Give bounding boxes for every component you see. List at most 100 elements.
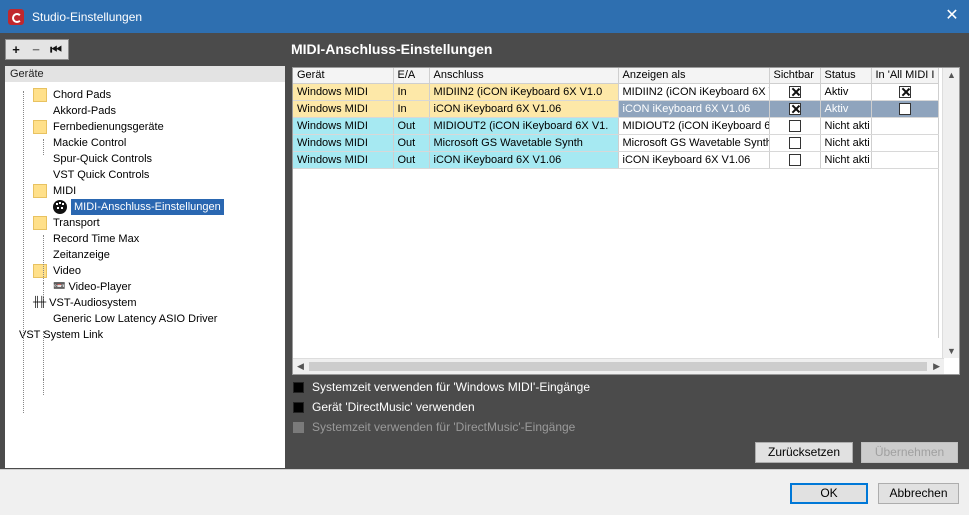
checkbox[interactable] — [788, 85, 801, 98]
add-device-button[interactable]: + — [6, 42, 26, 57]
cell-direction[interactable]: Out — [393, 151, 430, 169]
empty-cell — [820, 253, 871, 270]
cell-device[interactable]: Windows MIDI — [293, 151, 394, 169]
cell-all-midi[interactable] — [871, 151, 939, 169]
tree-item-label: MIDI — [53, 185, 77, 197]
cell-device[interactable]: Windows MIDI — [293, 117, 394, 135]
tree-item[interactable]: Zeitanzeige — [53, 247, 110, 263]
tree-item[interactable]: ╫╫ VST-Audiosystem — [33, 295, 137, 311]
checkbox[interactable] — [788, 119, 801, 132]
tree-item[interactable]: Mackie Control — [53, 135, 126, 151]
scroll-down-icon[interactable]: ▼ — [947, 346, 956, 356]
tree-item[interactable]: Generic Low Latency ASIO Driver — [53, 311, 217, 327]
column-header[interactable]: E/A — [393, 68, 430, 84]
column-header[interactable]: Gerät — [293, 68, 394, 84]
close-icon[interactable]: ✕ — [943, 7, 961, 25]
cell-visible[interactable] — [769, 100, 821, 118]
empty-cell — [618, 253, 769, 270]
table-row[interactable]: Windows MIDI In MIDIIN2 (iCON iKeyboard 6X… — [293, 83, 939, 101]
checkbox[interactable] — [898, 85, 911, 98]
cell-port[interactable]: iCON iKeyboard 6X V1.06 — [429, 151, 619, 169]
tree-item[interactable]: VST Quick Controls — [53, 167, 149, 183]
cell-port[interactable]: MIDIOUT2 (iCON iKeyboard 6X V1. — [429, 117, 619, 135]
scroll-right-icon[interactable]: ▶ — [933, 361, 940, 372]
option-system-time-directmusic: Systemzeit verwenden für 'DirectMusic'-E… — [293, 420, 575, 434]
tree-item[interactable]: Transport — [33, 215, 100, 231]
cell-port[interactable]: MIDIIN2 (iCON iKeyboard 6X V1.0 — [429, 83, 619, 101]
cell-direction[interactable]: Out — [393, 134, 430, 152]
cell-all-midi[interactable] — [871, 134, 939, 152]
cell-display-name[interactable]: Microsoft GS Wavetable Synth — [618, 134, 770, 152]
cell-visible[interactable] — [769, 134, 821, 152]
cell-status[interactable]: Aktiv — [820, 100, 872, 118]
tree-item[interactable]: Video — [33, 263, 81, 279]
cell-all-midi[interactable] — [871, 83, 939, 101]
cell-device[interactable]: Windows MIDI — [293, 134, 394, 152]
cell-display-name[interactable]: MIDIOUT2 (iCON iKeyboard 6) — [618, 117, 770, 135]
option-checkbox[interactable] — [293, 401, 304, 413]
column-header[interactable]: Sichtbar — [769, 68, 821, 84]
empty-cell — [293, 304, 393, 321]
tree-header: Geräte — [5, 66, 285, 82]
remove-device-button[interactable]: − — [26, 42, 46, 57]
empty-cell — [769, 270, 820, 287]
table-row[interactable]: Windows MIDI Out Microsoft GS Wavetable Sy… — [293, 134, 939, 152]
column-header[interactable]: Anschluss — [429, 68, 619, 84]
option-checkbox[interactable] — [293, 381, 304, 393]
cell-direction[interactable]: In — [393, 100, 430, 118]
tree-item[interactable]: VST System Link — [19, 327, 103, 343]
ok-button[interactable]: OK — [790, 483, 868, 504]
empty-cell — [769, 185, 820, 202]
cell-display-name[interactable]: MIDIIN2 (iCON iKeyboard 6X V — [618, 83, 770, 101]
collapse-all-button[interactable]: ⏮ — [46, 42, 66, 58]
tree-item[interactable]: MIDI — [33, 183, 76, 199]
cell-visible[interactable] — [769, 151, 821, 169]
cell-display-name[interactable]: iCON iKeyboard 6X V1.06 — [618, 100, 770, 118]
scroll-up-icon[interactable]: ▲ — [947, 70, 956, 80]
empty-cell — [293, 219, 393, 236]
column-header[interactable]: Status — [820, 68, 872, 84]
cell-status[interactable]: Nicht akti — [820, 117, 872, 135]
cell-all-midi[interactable] — [871, 100, 939, 118]
cell-status[interactable]: Aktiv — [820, 83, 872, 101]
cell-status[interactable]: Nicht akti — [820, 134, 872, 152]
cancel-button[interactable]: Abbrechen — [878, 483, 959, 504]
cell-all-midi[interactable] — [871, 117, 939, 135]
tree-item[interactable]: Akkord-Pads — [53, 103, 116, 119]
cell-device[interactable]: Windows MIDI — [293, 100, 394, 118]
empty-cell — [618, 270, 769, 287]
cell-port[interactable]: iCON iKeyboard 6X V1.06 — [429, 100, 619, 118]
cell-display-name[interactable]: iCON iKeyboard 6X V1.06 — [618, 151, 770, 169]
option-system-time-windows-midi[interactable]: Systemzeit verwenden für 'Windows MIDI'-… — [293, 380, 590, 394]
empty-cell — [429, 168, 618, 185]
tree-item[interactable]: Record Time Max — [53, 231, 139, 247]
checkbox[interactable] — [788, 153, 801, 166]
reset-button[interactable]: Zurücksetzen — [755, 442, 853, 463]
table-row[interactable]: Windows MIDI In iCON iKeyboard 6X V1.06 iCO… — [293, 100, 939, 118]
checkbox[interactable] — [898, 102, 911, 115]
scroll-left-icon[interactable]: ◀ — [297, 361, 304, 372]
column-header[interactable]: In 'All MIDI I — [871, 68, 939, 84]
cell-device[interactable]: Windows MIDI — [293, 83, 394, 101]
tree-item[interactable]: 📼 Video-Player — [53, 279, 131, 295]
cell-direction[interactable]: In — [393, 83, 430, 101]
cell-visible[interactable] — [769, 117, 821, 135]
table-row[interactable]: Windows MIDI Out iCON iKeyboard 6X V1.06 iC… — [293, 151, 939, 169]
column-header[interactable]: Anzeigen als — [618, 68, 770, 84]
checkbox[interactable] — [788, 102, 801, 115]
cell-direction[interactable]: Out — [393, 117, 430, 135]
tree-item[interactable]: Fernbedienungsgeräte — [33, 119, 164, 135]
table-row[interactable]: Windows MIDI Out MIDIOUT2 (iCON iKeyboard … — [293, 117, 939, 135]
cell-port[interactable]: Microsoft GS Wavetable Synth — [429, 134, 619, 152]
option-use-directmusic[interactable]: Gerät 'DirectMusic' verwenden — [293, 400, 475, 414]
tree-item[interactable]: MIDI-Anschluss-Einstellungen — [53, 199, 224, 215]
scroll-thumb[interactable] — [309, 362, 927, 371]
tree-item[interactable]: Chord Pads — [33, 87, 111, 103]
tree-connector — [43, 139, 44, 155]
vertical-scrollbar[interactable]: ▲ ▼ — [942, 68, 959, 358]
checkbox[interactable] — [788, 136, 801, 149]
cell-visible[interactable] — [769, 83, 821, 101]
cell-status[interactable]: Nicht akti — [820, 151, 872, 169]
tree-item[interactable]: Spur-Quick Controls — [53, 151, 152, 167]
horizontal-scrollbar[interactable]: ◀ ▶ — [293, 358, 944, 374]
